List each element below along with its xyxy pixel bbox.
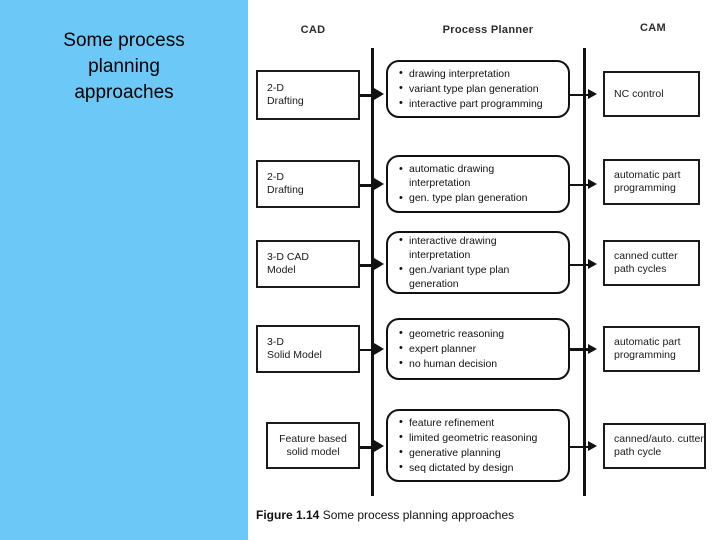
planner-bullet: seq dictated by design <box>399 460 558 475</box>
title-panel: Some process planning approaches <box>0 0 248 540</box>
arrowhead-planner-cam-row-5 <box>588 441 597 451</box>
cam-box-row-5: canned/auto. cutter path cycle <box>603 423 706 469</box>
column-header-cad: CAD <box>300 24 326 36</box>
planner-box-row-3: interactive drawing interpretation gen./… <box>386 231 570 294</box>
arrowhead-cad-planner-row-5 <box>374 440 384 452</box>
arrowhead-cad-planner-row-3 <box>374 258 384 270</box>
planner-box-row-4: geometric reasoning expert planner no hu… <box>386 318 570 380</box>
figure-caption: Figure 1.14 Some process planning approa… <box>256 508 514 522</box>
planner-bullet: drawing interpretation <box>399 66 558 81</box>
planner-box-row-2: automatic drawing interpretation gen. ty… <box>386 155 570 213</box>
cad-box-row-5: Feature based solid model <box>266 422 360 469</box>
planner-bullet: geometric reasoning <box>399 326 558 341</box>
cam-box-row-4: automatic part programming <box>603 326 700 372</box>
planner-bullet-line-b: generation <box>409 277 459 290</box>
slide-canvas: Some process planning approaches CAD Pro… <box>0 0 720 540</box>
divider-line-planner-cam <box>583 48 586 496</box>
planner-bullet: gen. type plan generation <box>399 191 558 205</box>
planner-bullet-line-a: gen./variant type plan <box>409 263 510 276</box>
planner-bullet-list-row-5: feature refinement limited geometric rea… <box>399 415 558 476</box>
cad-box-row-1: 2-D Drafting <box>256 70 360 120</box>
planner-bullet-list-row-4: geometric reasoning expert planner no hu… <box>399 326 558 372</box>
column-header-process-planner: Process Planner <box>442 24 534 36</box>
arrowhead-cad-planner-row-2 <box>374 178 384 190</box>
cad-box-row-4: 3-D Solid Model <box>256 325 360 373</box>
planner-bullet: feature refinement <box>399 415 558 430</box>
planner-bullet: expert planner <box>399 341 558 356</box>
column-header-cam: CAM <box>640 22 666 34</box>
planner-bullet: variant type plan generation <box>399 81 558 96</box>
planner-box-row-5: feature refinement limited geometric rea… <box>386 409 570 482</box>
cam-box-row-2: automatic part programming <box>603 159 700 205</box>
planner-bullet: gen./variant type plangeneration <box>399 262 558 291</box>
slide-title: Some process planning approaches <box>63 30 185 103</box>
planner-bullet: generative planning <box>399 445 558 460</box>
planner-bullet-list-row-3: interactive drawing interpretation gen./… <box>399 233 558 292</box>
cad-box-row-2: 2-D Drafting <box>256 160 360 208</box>
planner-bullet: no human decision <box>399 356 558 371</box>
figure-caption-text: Some process planning approaches <box>319 508 515 522</box>
arrowhead-cad-planner-row-1 <box>374 88 384 100</box>
arrowhead-cad-planner-row-4 <box>374 343 384 355</box>
arrowhead-planner-cam-row-1 <box>588 89 597 99</box>
planner-box-row-1: drawing interpretation variant type plan… <box>386 60 570 118</box>
planner-bullet: automatic drawing interpretation <box>399 162 558 190</box>
planner-bullet: interactive part programming <box>399 96 558 111</box>
divider-line-cad-planner <box>371 48 374 496</box>
figure-number: Figure 1.14 <box>256 508 320 522</box>
planner-bullet-list-row-2: automatic drawing interpretation gen. ty… <box>399 162 558 206</box>
arrowhead-planner-cam-row-4 <box>588 344 597 354</box>
process-planning-figure: CAD Process Planner CAM 2-D Drafting dra… <box>248 0 720 540</box>
arrowhead-planner-cam-row-2 <box>588 179 597 189</box>
cam-box-row-1: NC control <box>603 71 700 117</box>
cam-box-row-3: canned cutter path cycles <box>603 240 700 286</box>
planner-bullet-list-row-1: drawing interpretation variant type plan… <box>399 66 558 112</box>
cad-box-row-3: 3-D CAD Model <box>256 240 360 288</box>
arrowhead-planner-cam-row-3 <box>588 259 597 269</box>
planner-bullet: limited geometric reasoning <box>399 430 558 445</box>
planner-bullet: interactive drawing interpretation <box>399 233 558 262</box>
